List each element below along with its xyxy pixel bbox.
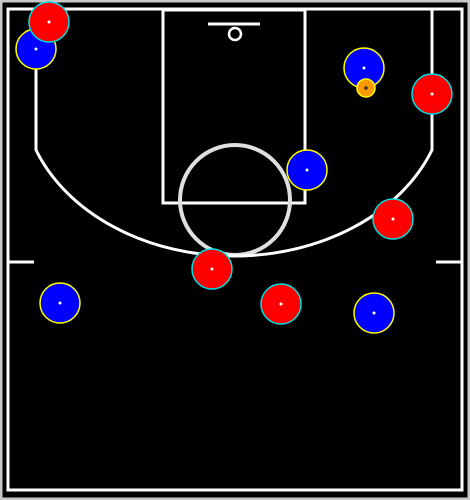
- court-frame: [0, 0, 470, 500]
- player-center-dot: [372, 311, 376, 315]
- player-center-dot: [47, 20, 51, 24]
- player-center-dot: [391, 217, 395, 221]
- player-center-dot: [305, 168, 309, 172]
- player-center-dot: [430, 92, 434, 96]
- player-center-dot: [34, 47, 38, 51]
- player-center-dot: [210, 267, 214, 271]
- court-svg: [0, 0, 470, 500]
- ball-center-dot: [364, 86, 368, 90]
- player-center-dot: [362, 66, 366, 70]
- basketball-court: [0, 0, 470, 500]
- player-center-dot: [58, 301, 62, 305]
- player-center-dot: [279, 302, 283, 306]
